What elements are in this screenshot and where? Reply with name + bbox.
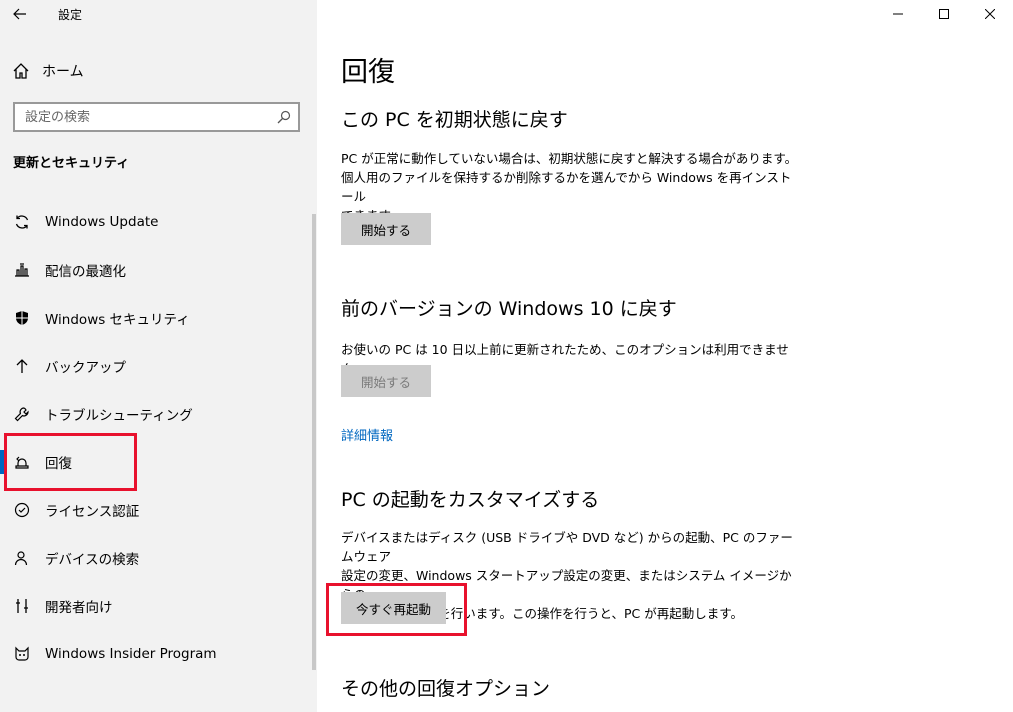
sidebar-scrollbar[interactable] [312, 214, 316, 670]
title-bar: 設定 [0, 0, 317, 28]
advanced-startup-heading: PC の起動をカスタマイズする [341, 489, 600, 511]
minimize-button[interactable] [875, 0, 921, 28]
sidebar-item-recovery[interactable]: 回復 [0, 438, 317, 486]
delivery-optimization-icon [12, 260, 32, 280]
home-nav-item[interactable]: ホーム [0, 56, 317, 86]
wrench-icon [12, 404, 32, 424]
developer-tools-icon [12, 596, 32, 616]
learn-more-link[interactable]: 詳細情報 [341, 425, 393, 444]
sidebar-item-label: Windows Insider Program [45, 646, 217, 662]
maximize-button[interactable] [921, 0, 967, 28]
sidebar-item-label: デバイスの検索 [45, 552, 140, 568]
backup-arrow-icon [12, 356, 32, 376]
minimize-icon [893, 13, 903, 15]
insider-cat-icon [12, 644, 32, 664]
sidebar-item-troubleshoot[interactable]: トラブルシューティング [0, 390, 317, 438]
restart-now-button[interactable]: 今すぐ再起動 [341, 592, 446, 624]
maximize-icon [939, 9, 949, 19]
recovery-icon [12, 452, 32, 472]
person-location-icon [12, 548, 32, 568]
sidebar-item-windows-update[interactable]: Windows Update [0, 198, 317, 246]
settings-search-input[interactable] [25, 109, 274, 125]
go-back-heading: 前のバージョンの Windows 10 に戻す [341, 298, 677, 320]
sidebar: 設定 ホーム 更新とセキュリティ Windows Update 配信の最適化 [0, 0, 317, 712]
more-recovery-options-heading: その他の回復オプション [341, 678, 551, 700]
close-button[interactable] [967, 0, 1013, 28]
sidebar-item-label: 開発者向け [45, 600, 113, 616]
sidebar-item-label: 配信の最適化 [45, 264, 126, 280]
app-title: 設定 [58, 7, 83, 22]
sidebar-item-insider-program[interactable]: Windows Insider Program [0, 630, 317, 678]
sidebar-item-find-device[interactable]: デバイスの検索 [0, 534, 317, 582]
page-title: 回復 [341, 57, 395, 88]
sidebar-item-activation[interactable]: ライセンス認証 [0, 486, 317, 534]
advanced-startup-description-line: デバイスまたはディスク (USB ドライブや DVD など) からの起動、PC … [341, 530, 793, 564]
back-arrow-icon [13, 8, 26, 20]
sidebar-item-label: Windows セキュリティ [45, 312, 190, 328]
sidebar-item-backup[interactable]: バックアップ [0, 342, 317, 390]
check-circle-icon [12, 500, 32, 520]
back-button[interactable] [0, 0, 40, 28]
reset-pc-start-button[interactable]: 開始する [341, 213, 431, 245]
search-box[interactable] [13, 102, 300, 132]
sidebar-item-developers[interactable]: 開発者向け [0, 582, 317, 630]
sidebar-item-label: ライセンス認証 [45, 504, 140, 520]
sidebar-item-windows-security[interactable]: Windows セキュリティ [0, 294, 317, 342]
search-icon[interactable] [274, 110, 294, 124]
sync-icon [12, 212, 32, 232]
sidebar-nav: Windows Update 配信の最適化 Windows セキュリティ バック… [0, 198, 317, 678]
go-back-start-button[interactable]: 開始する [341, 365, 431, 397]
reset-pc-description-line: 個人用のファイルを保持するか削除するかを選んでから Windows を再インスト… [341, 170, 792, 204]
sidebar-item-label: 回復 [45, 456, 72, 472]
window-controls [875, 0, 1013, 28]
sidebar-item-delivery-optimization[interactable]: 配信の最適化 [0, 246, 317, 294]
section-title: 更新とセキュリティ [13, 156, 130, 171]
reset-pc-heading: この PC を初期状態に戻す [341, 109, 568, 131]
close-icon [985, 9, 995, 19]
home-label: ホーム [42, 64, 84, 80]
sidebar-item-label: バックアップ [45, 360, 126, 376]
sidebar-item-label: トラブルシューティング [45, 408, 193, 424]
shield-icon [12, 308, 32, 328]
home-icon [13, 63, 29, 79]
sidebar-item-label: Windows Update [45, 214, 159, 230]
reset-pc-description-line: PC が正常に動作していない場合は、初期状態に戻すと解決する場合があります。 [341, 151, 798, 166]
